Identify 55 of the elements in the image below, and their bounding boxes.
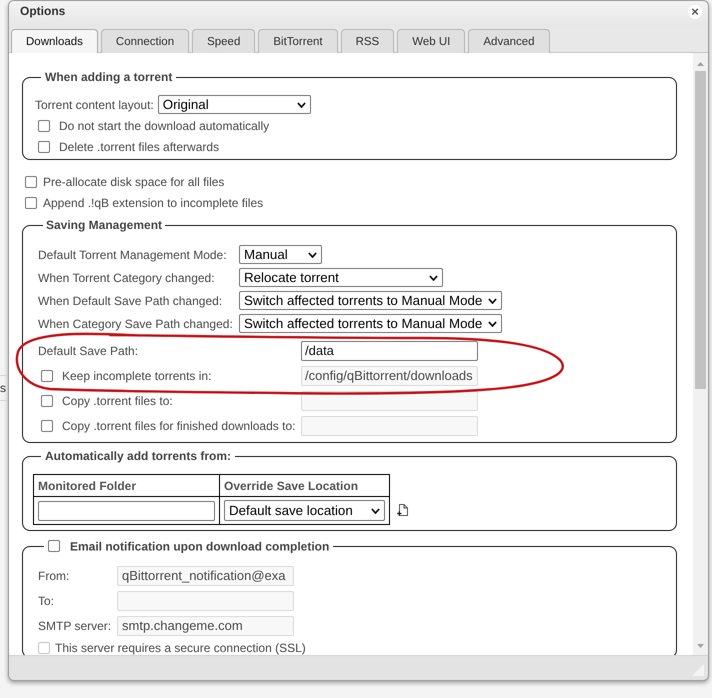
chevron-down-icon [371,508,380,514]
scrollbar-thumb[interactable] [695,71,706,389]
tab[interactable]: Speed [192,29,256,53]
checkbox-label: Delete .torrent files afterwards [59,140,220,154]
checkbox-label: Copy .torrent files for finished downloads to: [62,418,296,432]
tab[interactable]: Connection [100,29,190,53]
checkbox[interactable] [25,196,37,208]
checkbox[interactable] [38,120,50,132]
dropdown[interactable]: Default save location [224,500,385,521]
checkbox-label: Copy .torrent files to: [62,394,173,408]
tab[interactable]: Web UI [397,29,466,53]
field-label: When Category Save Path changed: [38,316,233,330]
field-label: Default Save Path: [38,344,138,358]
close-button[interactable]: × [688,5,702,19]
dropdown[interactable]: Switch affected torrents to Manual Mode [239,314,502,333]
dropdown[interactable]: Switch affected torrents to Manual Mode [239,291,502,310]
window-title: Options [20,4,66,18]
dropdown[interactable]: Relocate torrent [239,268,443,287]
checkbox[interactable] [48,540,60,552]
field-label: When Default Save Path changed: [38,294,222,308]
field-label: When Torrent Category changed: [38,270,215,284]
tab[interactable]: BitTorrent [258,29,338,53]
chevron-down-icon [488,320,498,326]
field-label: From: [38,568,70,583]
checkbox-label: Keep incomplete torrents in: [62,368,212,382]
chevron-down-icon [296,102,306,108]
group-title: Automatically add torrents from: [45,449,232,463]
checkbox[interactable] [38,140,50,152]
path-field[interactable]: /data [301,340,478,360]
checkbox-label: Do not start the download automatically [59,118,270,132]
column-header: Override Save Location [220,474,390,496]
scrollbar[interactable] [693,53,708,655]
field-label: Torrent content layout: [35,98,154,112]
chevron-down-icon [429,274,438,280]
tab[interactable]: Downloads [11,29,98,53]
checkbox-label: This server requires a secure connection (SSL) [55,640,306,655]
field-label: SMTP server: [38,618,112,633]
document-plus-icon[interactable] [397,504,408,516]
background-text: s [0,380,7,397]
folder-field[interactable] [38,500,215,520]
dropdown[interactable]: Manual [239,245,322,264]
checkbox-label: Append .!qB extension to incomplete files [43,196,264,210]
chevron-down-icon [488,298,498,304]
group-title: Email notification upon download completion [70,539,330,554]
checkbox[interactable] [25,176,37,188]
field-label: To: [38,594,54,608]
field-label: Default Torrent Management Mode: [38,248,227,262]
chevron-down-icon [308,252,317,258]
group-title: When adding a torrent [45,70,172,84]
group-title: Saving Management [46,218,162,232]
checkbox-label: Pre-allocate disk space for all files [43,174,224,188]
tab[interactable]: Advanced [468,29,550,53]
dropdown[interactable]: Original [158,95,311,114]
tab[interactable]: RSS [340,29,394,53]
column-header: Monitored Folder [34,474,220,496]
